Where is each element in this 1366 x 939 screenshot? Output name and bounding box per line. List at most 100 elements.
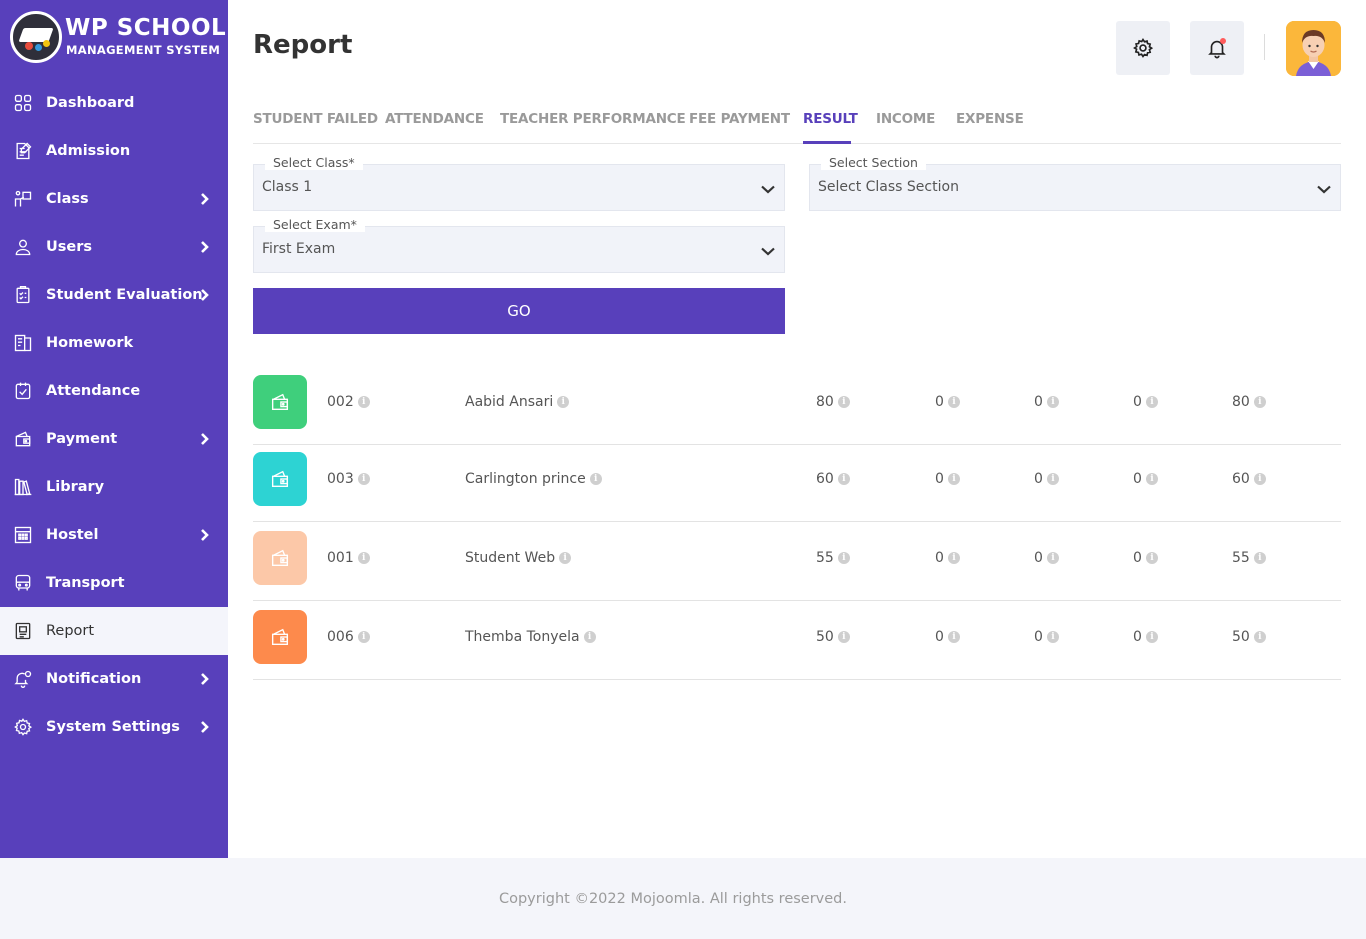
app-root: WP SCHOOL MANAGEMENT SYSTEM Dashboard Adm…	[0, 0, 1366, 939]
brand-logo[interactable]: WP SCHOOL MANAGEMENT SYSTEM	[10, 11, 226, 63]
sidebar-item-system-settings[interactable]: System Settings	[0, 703, 228, 751]
score-text: 0	[1034, 629, 1043, 645]
score-cell: 50 i	[1232, 629, 1266, 645]
info-icon[interactable]: i	[357, 631, 370, 643]
sidebar-item-hostel[interactable]: Hostel	[0, 511, 228, 559]
score-cell: 60 i	[1232, 471, 1266, 487]
select-exam-label: Select Exam*	[265, 217, 365, 232]
tab-expense[interactable]: EXPENSE	[956, 111, 1024, 127]
info-icon[interactable]: i	[1046, 631, 1059, 643]
info-icon[interactable]: i	[1145, 552, 1158, 564]
info-icon[interactable]: i	[837, 631, 850, 643]
settings-icon	[12, 716, 34, 738]
select-section-label: Select Section	[821, 155, 926, 170]
info-icon[interactable]: i	[559, 552, 572, 564]
score-cell: 60 i	[816, 471, 850, 487]
score-text: 80	[1232, 394, 1250, 410]
info-icon[interactable]: i	[557, 396, 570, 408]
info-icon[interactable]: i	[1253, 552, 1266, 564]
info-icon[interactable]: i	[947, 552, 960, 564]
sidebar-item-report[interactable]: Report	[0, 607, 228, 655]
sidebar-item-payment[interactable]: Payment	[0, 415, 228, 463]
result-row: 001 i Student Web i 55 i 0 i 0 i 0 i 55 i	[253, 522, 1341, 601]
evaluation-icon	[12, 284, 34, 306]
select-exam-dropdown[interactable]: Select Exam* First Exam	[253, 217, 785, 273]
student-name-text: Student Web	[465, 550, 556, 566]
sidebar-item-label: Transport	[46, 575, 125, 591]
chevron-down-icon	[1316, 181, 1332, 197]
score-cell: 0i	[1034, 550, 1059, 566]
wallet-icon	[253, 610, 307, 664]
sidebar-item-users[interactable]: Users	[0, 223, 228, 271]
tab-attendance[interactable]: ATTENDANCE	[385, 111, 484, 127]
info-icon[interactable]: i	[1145, 473, 1158, 485]
brand-title: WP SCHOOL	[65, 15, 227, 41]
roll-number-text: 003	[327, 471, 354, 487]
info-icon[interactable]: i	[1253, 473, 1266, 485]
sidebar-item-homework[interactable]: Homework	[0, 319, 228, 367]
tab-income[interactable]: INCOME	[876, 111, 935, 127]
select-section-dropdown[interactable]: Select Section Select Class Section	[809, 155, 1341, 211]
info-icon[interactable]: i	[947, 631, 960, 643]
info-icon[interactable]: i	[837, 473, 850, 485]
info-icon[interactable]: i	[1253, 631, 1266, 643]
info-icon[interactable]: i	[1145, 631, 1158, 643]
tab-teacher-performance[interactable]: TEACHER PERFORMANCE	[500, 111, 686, 127]
sidebar-item-library[interactable]: Library	[0, 463, 228, 511]
sidebar-item-label: Report	[46, 623, 95, 639]
info-icon[interactable]: i	[1046, 552, 1059, 564]
info-icon[interactable]: i	[837, 396, 850, 408]
score-text: 60	[816, 471, 834, 487]
sidebar-item-label: Admission	[46, 143, 131, 159]
score-text: 80	[816, 394, 834, 410]
select-class-dropdown[interactable]: Select Class* Class 1	[253, 155, 785, 211]
sidebar-item-admission[interactable]: Admission	[0, 127, 228, 175]
sidebar-item-label: Class	[46, 191, 89, 207]
settings-button[interactable]	[1116, 21, 1170, 75]
sidebar-item-student-evaluation[interactable]: Student Evaluation	[0, 271, 228, 319]
score-cell: 80 i	[816, 394, 850, 410]
tab-student-failed[interactable]: STUDENT FAILED	[253, 111, 378, 127]
sidebar-item-transport[interactable]: Transport	[0, 559, 228, 607]
hostel-icon	[12, 524, 34, 546]
sidebar-item-class[interactable]: Class	[0, 175, 228, 223]
score-cell: 0i	[1034, 471, 1059, 487]
class-icon	[12, 188, 34, 210]
info-icon[interactable]: i	[837, 552, 850, 564]
info-icon[interactable]: i	[357, 396, 370, 408]
score-text: 0	[935, 550, 944, 566]
user-avatar[interactable]	[1286, 21, 1341, 76]
info-icon[interactable]: i	[583, 631, 596, 643]
tab-result[interactable]: RESULT	[803, 111, 858, 127]
active-tab-indicator	[803, 141, 851, 144]
go-button[interactable]: GO	[253, 288, 785, 334]
sidebar-item-attendance[interactable]: Attendance	[0, 367, 228, 415]
info-icon[interactable]: i	[1145, 396, 1158, 408]
score-text: 0	[1133, 550, 1142, 566]
student-name-text: Aabid Ansari	[465, 394, 554, 410]
sidebar-item-dashboard[interactable]: Dashboard	[0, 79, 228, 127]
score-text: 0	[935, 394, 944, 410]
info-icon[interactable]: i	[1046, 473, 1059, 485]
info-icon[interactable]: i	[1046, 396, 1059, 408]
tab-fee-payment[interactable]: FEE PAYMENT	[689, 111, 790, 127]
sidebar-item-label: Attendance	[46, 383, 141, 399]
score-text: 0	[1133, 471, 1142, 487]
sidebar-item-notification[interactable]: Notification	[0, 655, 228, 703]
copyright-text: Copyright ©2022 Mojoomla. All rights res…	[498, 891, 847, 907]
info-icon[interactable]: i	[357, 552, 370, 564]
info-icon[interactable]: i	[589, 473, 602, 485]
notifications-button[interactable]	[1190, 21, 1244, 75]
score-cell: 0i	[1034, 394, 1059, 410]
sidebar: WP SCHOOL MANAGEMENT SYSTEM Dashboard Adm…	[0, 0, 228, 858]
info-icon[interactable]: i	[947, 473, 960, 485]
score-text: 60	[1232, 471, 1250, 487]
wallet-icon	[253, 375, 307, 429]
info-icon[interactable]: i	[1253, 396, 1266, 408]
sidebar-item-label: Dashboard	[46, 95, 135, 111]
roll-number: 002 i	[327, 394, 370, 410]
bus-icon	[12, 572, 34, 594]
info-icon[interactable]: i	[947, 396, 960, 408]
homework-icon	[12, 332, 34, 354]
info-icon[interactable]: i	[357, 473, 370, 485]
